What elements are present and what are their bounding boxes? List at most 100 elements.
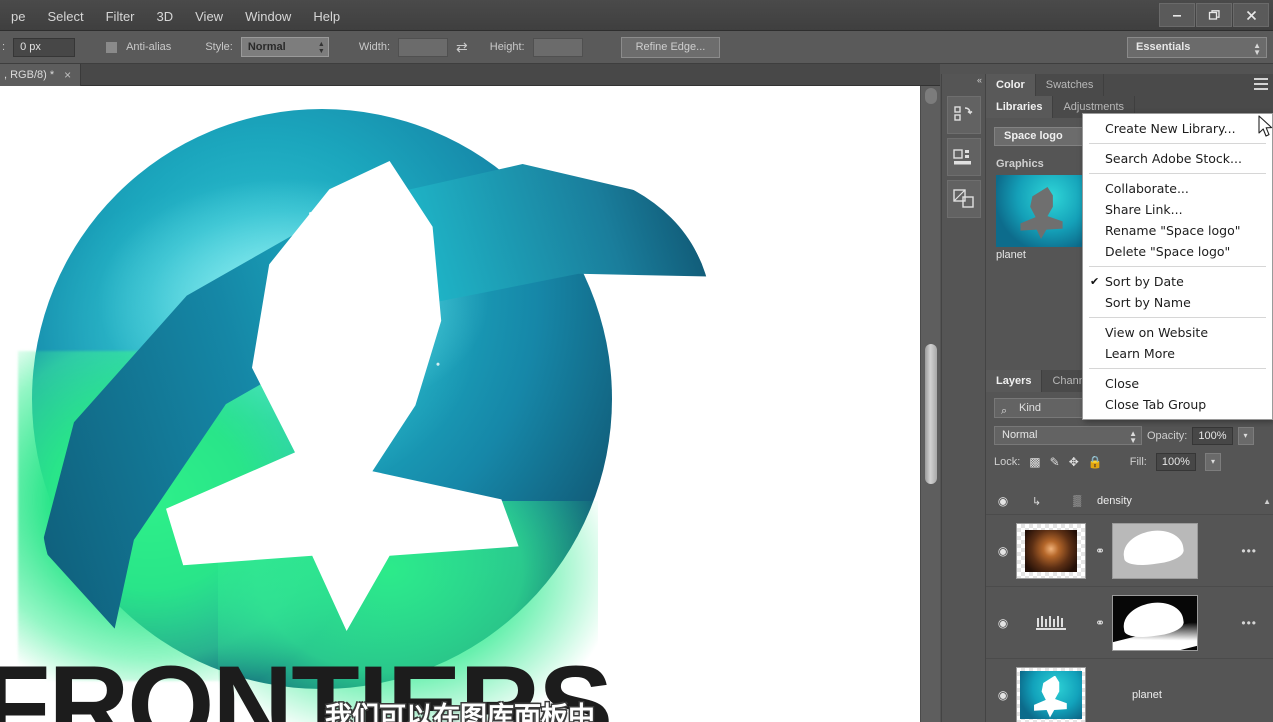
menu-item-close-tab-group[interactable]: Close Tab Group [1083, 394, 1272, 415]
document-tab-bar: , RGB/8) * × [0, 64, 940, 86]
panel-menu-icon[interactable] [1254, 78, 1268, 90]
clipping-mask-icon: ↳ [1032, 495, 1042, 508]
check-icon: ✔ [1090, 275, 1100, 288]
fill-label: Fill: [1129, 456, 1147, 468]
document-tab[interactable]: , RGB/8) * × [0, 64, 82, 86]
table-row[interactable]: ◉ ↳ ▒ density ▲ [986, 488, 1273, 515]
menu-item-delete-library[interactable]: Delete "Space logo" [1083, 241, 1272, 262]
library-asset-card[interactable]: planet [996, 175, 1088, 261]
close-button[interactable] [1233, 3, 1269, 27]
opacity-label: Opacity: [1147, 429, 1188, 442]
menu-separator [1089, 317, 1266, 318]
canvas-vertical-scrollbar[interactable] [920, 86, 940, 722]
layer-options-icon[interactable]: ••• [1241, 616, 1257, 630]
menu-item-share-link[interactable]: Share Link... [1083, 199, 1272, 220]
tab-libraries[interactable]: Libraries [986, 96, 1054, 118]
layer-mask-only-icon[interactable] [1016, 595, 1086, 651]
menu-item-view-on-website[interactable]: View on Website [1083, 322, 1272, 343]
style-select[interactable]: Normal ▲ ▼ [240, 37, 329, 57]
layer-name: density [1097, 495, 1132, 507]
menu-item-label: Rename "Space logo" [1105, 223, 1241, 238]
link-icon[interactable]: ⚭ [1092, 616, 1108, 630]
minimize-button[interactable] [1159, 3, 1195, 27]
scrollbar-thumb[interactable] [925, 344, 937, 484]
library-panel-context-menu[interactable]: Create New Library... Search Adobe Stock… [1082, 113, 1273, 420]
menu-help[interactable]: Help [302, 6, 351, 27]
menu-view[interactable]: View [184, 6, 234, 27]
asset-thumbnail[interactable] [996, 175, 1088, 247]
menu-item-sort-by-date[interactable]: ✔ Sort by Date [1083, 271, 1272, 292]
layer-mask-thumbnail[interactable] [1112, 522, 1198, 579]
canvas[interactable]: FRONTIERS M ZGAAtek 我们可以在图库面板中 与客户或同事分享动… [0, 86, 920, 722]
menu-3d[interactable]: 3D [146, 6, 185, 27]
width-input[interactable] [398, 37, 449, 57]
anti-alias-checkbox[interactable] [105, 40, 119, 54]
properties-panel-icon[interactable] [947, 138, 981, 176]
feather-input[interactable]: 0 px [13, 37, 76, 57]
menu-type[interactable]: pe [0, 6, 36, 27]
menu-separator [1089, 368, 1266, 369]
menu-item-label: Create New Library... [1105, 121, 1236, 136]
height-input[interactable] [532, 37, 583, 57]
restore-button[interactable] [1196, 3, 1232, 27]
menu-item-learn-more[interactable]: Learn More [1083, 343, 1272, 364]
menu-item-create-new-library[interactable]: Create New Library... [1083, 118, 1272, 139]
lock-all-icon[interactable]: 🔒 [1088, 455, 1103, 469]
eye-icon[interactable]: ◉ [990, 688, 1016, 702]
link-icon[interactable]: ⚭ [1092, 544, 1108, 558]
menu-separator [1089, 173, 1266, 174]
fill-input[interactable]: 100% [1155, 453, 1196, 471]
table-row[interactable]: ◉ planet [986, 659, 1273, 722]
eye-icon[interactable]: ◉ [990, 494, 1016, 508]
blend-mode-select[interactable]: Normal ▲ ▼ [994, 426, 1142, 445]
lock-label: Lock: [994, 456, 1021, 468]
artwork-title-text: FRONTIERS [0, 643, 613, 722]
menu-item-label: Close [1105, 376, 1140, 391]
workspace-select[interactable]: Essentials ▲ ▼ [1127, 37, 1267, 58]
scroll-up-arrow[interactable] [925, 88, 937, 104]
menu-item-collaborate[interactable]: Collaborate... [1083, 178, 1272, 199]
fill-stepper[interactable]: ▾ [1204, 453, 1221, 471]
lock-image-pixels-icon[interactable]: ✎ [1050, 455, 1060, 469]
layer-mask-thumbnail[interactable] [1112, 594, 1198, 651]
layer-thumbnail[interactable] [1016, 522, 1086, 579]
swap-dimensions-icon[interactable]: ⇄ [456, 39, 468, 56]
menu-select[interactable]: Select [36, 6, 94, 27]
history-panel-icon[interactable] [947, 96, 981, 134]
table-row[interactable]: ◉ ⚭ ••• [986, 587, 1273, 659]
chevron-up-icon[interactable]: ▲ [1263, 497, 1271, 506]
tab-color[interactable]: Color [986, 74, 1036, 96]
expand-panels-icon[interactable]: « [977, 75, 982, 85]
tab-layers[interactable]: Layers [986, 370, 1043, 392]
layer-list[interactable]: ◉ ↳ ▒ density ▲ ◉ ⚭ ••• ◉ ⚭ ••• ◉ planet [986, 488, 1273, 722]
opacity-input[interactable]: 100% [1192, 426, 1233, 445]
layer-options-icon[interactable]: ••• [1241, 544, 1257, 558]
menu-item-close[interactable]: Close [1083, 373, 1272, 394]
layer-thumbnail[interactable] [1016, 666, 1086, 722]
options-bar: : 0 px Anti-alias Style: Normal ▲ ▼ Width… [0, 31, 1273, 64]
menu-item-label: Collaborate... [1105, 181, 1189, 196]
refine-edge-button[interactable]: Refine Edge... [620, 36, 721, 58]
tab-swatches[interactable]: Swatches [1036, 74, 1105, 96]
style-label: Style: [205, 41, 233, 53]
menu-filter[interactable]: Filter [95, 6, 146, 27]
menu-item-rename-library[interactable]: Rename "Space logo" [1083, 220, 1272, 241]
close-icon[interactable]: × [64, 68, 71, 82]
layer-comps-panel-icon[interactable] [947, 180, 981, 218]
opacity-stepper[interactable]: ▾ [1237, 426, 1254, 445]
menu-item-search-adobe-stock[interactable]: Search Adobe Stock... [1083, 148, 1272, 169]
menu-item-label: Close Tab Group [1105, 397, 1207, 412]
menu-window[interactable]: Window [234, 6, 302, 27]
eye-icon[interactable]: ◉ [990, 544, 1016, 558]
menu-item-sort-by-name[interactable]: Sort by Name [1083, 292, 1272, 313]
photoshop-window: pe Select Filter 3D View Window Help : 0… [0, 0, 1273, 722]
table-row[interactable]: ◉ ⚭ ••• [986, 515, 1273, 587]
menu-item-label: Sort by Name [1105, 295, 1191, 310]
lock-position-icon[interactable]: ✥ [1069, 455, 1079, 469]
lock-row: Lock: ▩ ✎ ✥ 🔒 Fill: 100% ▾ [994, 453, 1265, 471]
lock-transparency-icon[interactable]: ▩ [1029, 455, 1040, 469]
eye-icon[interactable]: ◉ [990, 616, 1016, 630]
window-controls [1159, 3, 1269, 27]
layer-thumbnail-art [1025, 529, 1077, 572]
collapsed-panel-dock: « [941, 74, 985, 722]
